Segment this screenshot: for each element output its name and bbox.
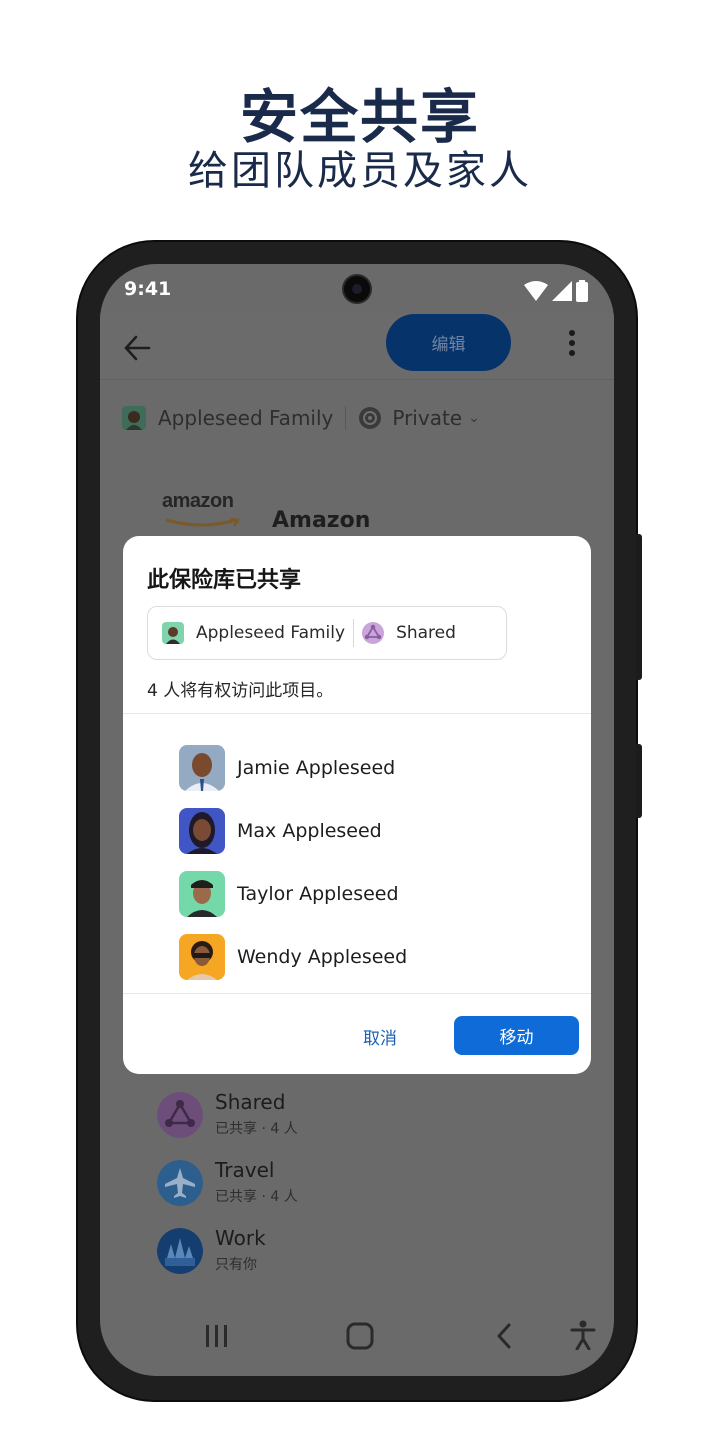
private-vault-icon — [359, 407, 382, 429]
chip-vault-name: Shared — [396, 623, 456, 643]
shared-vault-icon — [157, 1092, 203, 1138]
kebab-menu-icon[interactable] — [568, 330, 576, 356]
phone-screen: 9:41 编辑 Appleseed Family Private ⌄ amazo… — [100, 264, 614, 1376]
member-list: Jamie Appleseed Max Appleseed Taylor App… — [179, 736, 407, 988]
member-row: Max Appleseed — [179, 799, 407, 862]
signal-icon — [552, 281, 572, 301]
dialog-title: 此保险库已共享 — [147, 568, 302, 593]
shared-vault-icon — [362, 622, 385, 644]
item-title: Amazon — [272, 508, 371, 533]
wendy-avatar-icon — [179, 933, 225, 980]
promo-subheadline: 给团队成员及家人 — [188, 148, 532, 194]
family-avatar-icon — [162, 622, 184, 644]
member-name: Wendy Appleseed — [237, 945, 408, 968]
front-camera — [344, 276, 370, 302]
vault-name: Private — [392, 406, 463, 430]
jamie-avatar-icon — [179, 744, 225, 791]
move-button[interactable]: 移动 — [454, 1016, 579, 1055]
chip-divider — [353, 619, 355, 647]
wifi-icon — [524, 281, 548, 301]
vault-item-subtitle: 已共享 · 4 人 — [215, 1121, 298, 1137]
family-avatar-icon — [122, 406, 146, 430]
home-icon[interactable] — [346, 1322, 374, 1350]
divider-top — [123, 713, 591, 714]
accessibility-icon[interactable] — [570, 1320, 596, 1350]
amazon-smile-icon — [165, 516, 241, 527]
vault-item-subtitle: 只有你 — [215, 1257, 257, 1273]
member-name: Jamie Appleseed — [237, 756, 396, 779]
arrow-left-icon[interactable] — [122, 334, 152, 362]
cancel-button[interactable]: 取消 — [363, 1024, 397, 1049]
airplane-icon — [157, 1160, 203, 1206]
building-icon — [157, 1228, 203, 1274]
amazon-logo-text: amazon — [162, 490, 234, 512]
member-name: Taylor Appleseed — [237, 882, 399, 905]
amazon-logo: amazon — [162, 490, 258, 532]
app-bar: 编辑 — [100, 314, 614, 380]
power-button — [636, 744, 642, 818]
status-time: 9:41 — [124, 278, 172, 300]
member-row: Jamie Appleseed — [179, 736, 407, 799]
account-name: Appleseed Family — [158, 406, 334, 430]
vault-item-name: Shared — [215, 1090, 286, 1114]
chip-account-name: Appleseed Family — [196, 623, 346, 643]
taylor-avatar-icon — [179, 870, 225, 917]
member-name: Max Appleseed — [237, 819, 382, 842]
vault-selector[interactable]: Appleseed Family Private ⌄ — [122, 402, 614, 434]
battery-icon — [576, 280, 588, 302]
vault-item-name: Work — [215, 1226, 266, 1250]
chevron-down-icon: ⌄ — [468, 410, 480, 426]
status-icons — [524, 280, 588, 302]
edit-button[interactable]: 编辑 — [386, 314, 511, 371]
member-row: Wendy Appleseed — [179, 925, 407, 988]
access-count-text: 4 人将有权访问此项目。 — [147, 681, 334, 701]
divider — [345, 406, 347, 430]
back-nav-icon[interactable] — [494, 1322, 514, 1350]
vault-chip: Appleseed Family Shared — [147, 606, 507, 660]
volume-button — [636, 534, 642, 680]
shared-vault-dialog: 此保险库已共享 Appleseed Family Shared 4 人将有权访问… — [123, 536, 591, 1074]
vault-item-subtitle: 已共享 · 4 人 — [215, 1189, 298, 1205]
system-nav-bar — [100, 1316, 614, 1356]
member-row: Taylor Appleseed — [179, 862, 407, 925]
vault-item-name: Travel — [215, 1158, 275, 1182]
divider-bottom — [123, 993, 591, 994]
recents-icon[interactable] — [204, 1324, 230, 1348]
max-avatar-icon — [179, 807, 225, 854]
